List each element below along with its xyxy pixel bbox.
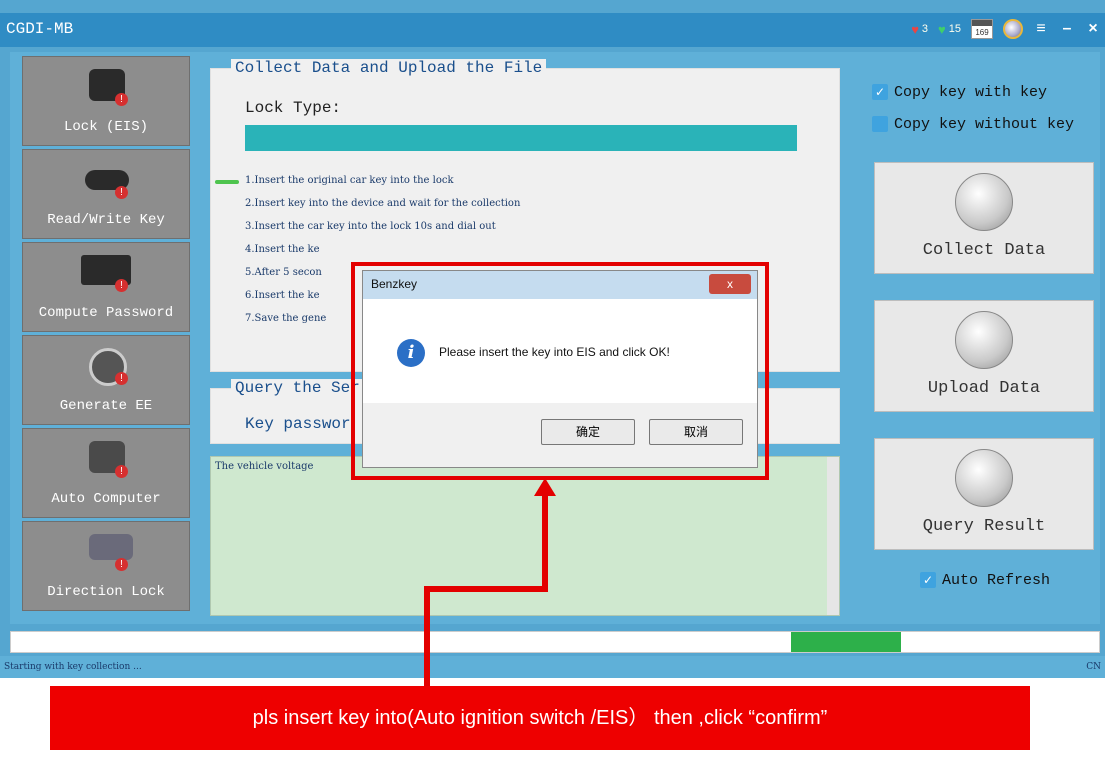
sidebar-item-direction-lock[interactable]: ! Direction Lock [22,521,190,611]
sidebar-item-auto-computer[interactable]: ! Auto Computer [22,428,190,518]
alert-badge-icon: ! [115,93,128,106]
log-area[interactable]: The vehicle voltage [210,456,840,616]
collect-legend: Collect Data and Upload the File [231,59,547,77]
dialog-footer: 确定 取消 [363,403,757,467]
dialog-title: Benzkey [371,277,418,291]
heart-red-count: 3 [921,23,929,35]
progress-bar [10,631,1100,653]
alert-badge-icon: ! [115,558,128,571]
upload-data-label: Upload Data [927,379,1041,398]
arrow-up-icon [534,478,556,496]
query-result-button[interactable]: Query Result [874,438,1094,550]
sidebar-item-label: Read/Write Key [47,212,165,228]
annotation-arrow-line [542,494,548,592]
copy-with-key-label: Copy key with key [894,83,1048,101]
steering-lock-icon [89,534,133,560]
checkbox-checked-icon: ✓ [872,84,888,100]
collect-data-button[interactable]: Collect Data [874,162,1094,274]
info-icon: i [397,339,425,367]
heart-green-icon: ♥ [938,21,946,37]
copy-with-key-checkbox[interactable]: ✓ Copy key with key [872,76,1094,108]
lock-type-field [245,125,797,151]
lock-type-label: Lock Type: [245,99,342,117]
step-item: 2.Insert key into the device and wait fo… [245,198,521,209]
copy-without-key-checkbox[interactable]: Copy key without key [872,108,1094,140]
instruction-banner: pls insert key into(Auto ignition switch… [50,686,1030,750]
dialog-body: i Please insert the key into EIS and cli… [363,299,757,403]
heart-red-stat: ♥ 3 [911,22,928,37]
title-bar: CGDI-MB ♥ 3 ♥ 15 169 ≡ – × [0,13,1105,47]
cancel-button[interactable]: 取消 [649,419,743,445]
calendar-value: 169 [975,28,989,37]
annotation-arrow-line [424,592,430,688]
title-bar-tools: ♥ 3 ♥ 15 169 ≡ – × [911,19,1101,39]
right-panel: ✓ Copy key with key Copy key without key… [872,76,1094,589]
checkbox-checked-icon: ✓ [920,572,936,588]
sidebar-item-label: Compute Password [38,305,174,321]
sidebar: ! Lock (EIS) ! Read/Write Key ! Compute … [22,56,190,614]
menu-icon[interactable]: ≡ [1033,20,1049,38]
key-password-label: Key passwor [245,415,351,433]
query-legend: Query the Ser [231,379,364,397]
sidebar-item-label: Lock (EIS) [63,119,148,135]
log-text: The vehicle voltage [215,461,314,472]
heart-green-count: 15 [948,23,961,35]
heart-red-icon: ♥ [911,21,919,37]
step-item: 3.Insert the car key into the lock 10s a… [245,221,496,232]
checkbox-unchecked-icon [872,116,888,132]
copy-without-key-label: Copy key without key [894,115,1075,133]
sidebar-item-label: Direction Lock [47,584,165,600]
step-item: 1.Insert the original car key into the l… [215,175,520,198]
alert-badge-icon: ! [115,279,128,292]
sidebar-item-generate-ee[interactable]: ! Generate EE [22,335,190,425]
sidebar-item-compute-password[interactable]: ! Compute Password [22,242,190,332]
minimize-icon[interactable]: – [1059,20,1075,38]
alert-badge-icon: ! [115,465,128,478]
auto-refresh-checkbox[interactable]: ✓ Auto Refresh [920,564,1050,596]
heart-green-stat: ♥ 15 [938,22,961,37]
upload-data-button[interactable]: Upload Data [874,300,1094,412]
usb-icon [955,173,1013,231]
language-indicator[interactable]: CN [1086,662,1101,672]
sidebar-item-read-write-key[interactable]: ! Read/Write Key [22,149,190,239]
close-icon[interactable]: × [1085,20,1101,38]
dialog-title-bar: Benzkey x [363,271,757,299]
window-title: CGDI-MB [6,20,74,38]
dialog-close-button[interactable]: x [709,274,751,294]
calendar-icon[interactable]: 169 [971,19,993,39]
message-dialog: Benzkey x i Please insert the key into E… [362,270,758,468]
globe-icon [955,311,1013,369]
medal-icon[interactable] [1003,19,1023,39]
magnifier-icon [955,449,1013,507]
ok-button[interactable]: 确定 [541,419,635,445]
collect-data-label: Collect Data [922,241,1046,260]
sidebar-item-lock-eis[interactable]: ! Lock (EIS) [22,56,190,146]
annotation-arrow-line [424,586,548,592]
sidebar-item-label: Generate EE [59,398,153,414]
dialog-message: Please insert the key into EIS and click… [439,345,670,359]
alert-badge-icon: ! [115,186,128,199]
sidebar-item-label: Auto Computer [51,491,161,507]
progress-fill [791,632,901,652]
query-result-label: Query Result [922,517,1046,536]
alert-badge-icon: ! [115,372,128,385]
status-bar: Starting with key collection ... CN [0,656,1105,678]
status-text: Starting with key collection ... [4,662,142,672]
log-scrollbar[interactable] [827,457,839,615]
auto-refresh-label: Auto Refresh [942,571,1051,589]
